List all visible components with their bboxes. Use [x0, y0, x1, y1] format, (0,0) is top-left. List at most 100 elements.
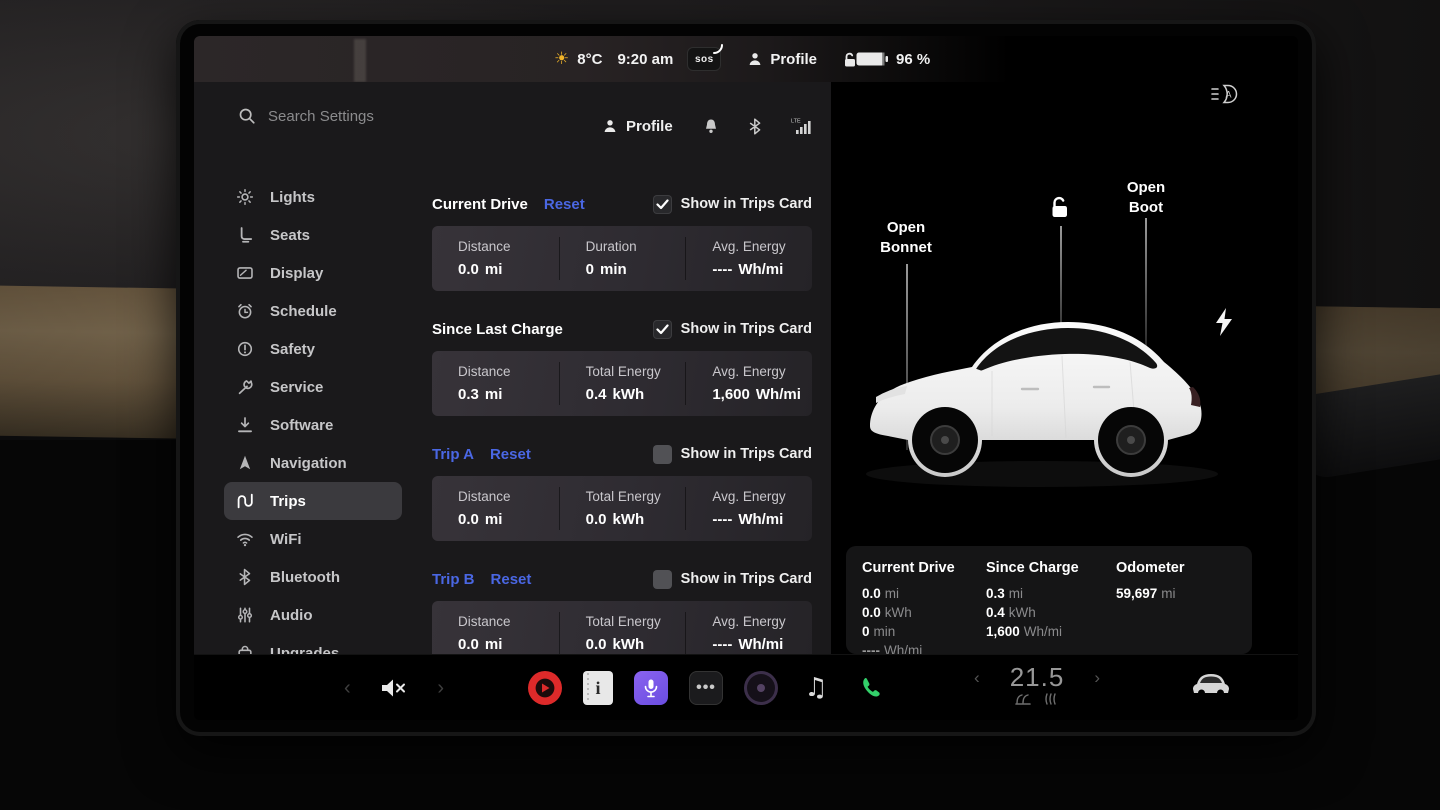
sidebar-item-label: Display — [270, 265, 323, 282]
seat-heater-icon[interactable] — [1015, 693, 1031, 705]
checkbox-checked-icon[interactable] — [653, 195, 672, 214]
checkbox-unchecked-icon[interactable] — [653, 570, 672, 589]
cabin-temperature[interactable]: 21.5 — [1010, 662, 1065, 693]
reset-button[interactable]: Reset — [490, 446, 531, 463]
section-title: Current Drive — [432, 196, 528, 213]
settings-sidebar: Lights Seats Display — [224, 178, 402, 672]
sidebar-item-seats[interactable]: Seats — [224, 216, 402, 254]
trips-card-current-drive: Current Drive 0.0mi 0.0kWh 0min ----Wh/m… — [862, 560, 986, 660]
sidebar-item-label: WiFi — [270, 531, 302, 548]
tesla-touchscreen: ☀ 8°C 9:20 am sos Profile — [176, 20, 1316, 736]
sidebar-item-trips[interactable]: Trips — [224, 482, 402, 520]
trips-card-title: Since Charge — [986, 560, 1116, 576]
volume-down-chevron[interactable]: ‹ — [344, 678, 351, 698]
service-icon — [236, 378, 254, 396]
outside-temperature[interactable]: 8°C — [577, 51, 602, 68]
stat-value: 0.0 — [862, 605, 881, 620]
clock: 9:20 am — [617, 51, 673, 68]
stat-value: 0 — [586, 261, 594, 278]
show-in-trips-toggle[interactable]: Show in Trips Card — [653, 445, 812, 464]
sidebar-item-display[interactable]: Display — [224, 254, 402, 292]
camera-app-icon[interactable] — [744, 671, 778, 705]
temp-up-chevron[interactable]: › — [1094, 668, 1100, 688]
show-in-trips-toggle[interactable]: Show in Trips Card — [653, 570, 812, 589]
trip-stats-table: Distance 0.0mi Total Energy 0.0kWh Avg. … — [432, 476, 812, 541]
phone-app-icon[interactable] — [854, 671, 888, 705]
checkbox-label: Show in Trips Card — [681, 446, 812, 462]
settings-profile-button[interactable]: Profile — [602, 118, 673, 135]
battery-status[interactable]: 96 % — [856, 36, 930, 82]
climate-control[interactable]: ‹ 21.5 › — [974, 655, 1100, 720]
sidebar-item-schedule[interactable]: Schedule — [224, 292, 402, 330]
svg-text:LTE: LTE — [791, 119, 801, 125]
battery-icon — [856, 51, 888, 67]
search-input[interactable] — [268, 108, 468, 125]
show-in-trips-toggle[interactable]: Show in Trips Card — [653, 320, 812, 339]
muted-speaker-icon[interactable] — [381, 678, 407, 698]
driver-profile-button[interactable]: Profile — [747, 51, 817, 68]
stat-unit: mi — [1009, 586, 1023, 601]
dashboard-scene: ☀ 8°C 9:20 am sos Profile — [0, 0, 1440, 810]
settings-profile-label: Profile — [626, 118, 673, 135]
reset-button[interactable]: Reset — [491, 571, 532, 588]
vehicle-unlock-button[interactable] — [1046, 194, 1072, 220]
temp-down-chevron[interactable]: ‹ — [974, 668, 980, 688]
sos-indicator: sos — [687, 47, 721, 71]
bottom-dock: ‹ › i — [194, 654, 1298, 720]
safety-icon — [236, 340, 254, 358]
open-bonnet-button[interactable]: Open Bonnet — [866, 218, 946, 259]
settings-panel: Profile LTE — [194, 82, 831, 654]
checkbox-unchecked-icon[interactable] — [653, 445, 672, 464]
climate-car-icon[interactable] — [1191, 668, 1231, 698]
open-boot-button[interactable]: Open Boot — [1106, 178, 1186, 219]
sidebar-item-label: Safety — [270, 341, 315, 358]
sidebar-item-safety[interactable]: Safety — [224, 330, 402, 368]
stat-label: Total Energy — [586, 489, 680, 504]
svg-text:A: A — [1226, 90, 1232, 100]
stat-unit: Wh/mi — [738, 261, 783, 278]
sidebar-item-label: Lights — [270, 189, 315, 206]
defrost-icon[interactable] — [1043, 693, 1059, 705]
sidebar-item-bluetooth[interactable]: Bluetooth — [224, 558, 402, 596]
volume-up-chevron[interactable]: › — [437, 678, 444, 698]
bluetooth-icon[interactable] — [749, 118, 761, 135]
unlock-icon — [1046, 194, 1072, 220]
bell-icon[interactable] — [703, 118, 719, 135]
volume-control[interactable]: ‹ › — [344, 655, 444, 720]
stat-label: Total Energy — [586, 364, 680, 379]
charge-port-bolt-icon[interactable] — [1214, 308, 1234, 336]
sidebar-item-lights[interactable]: Lights — [224, 178, 402, 216]
media-app-icon[interactable] — [528, 671, 562, 705]
show-in-trips-toggle[interactable]: Show in Trips Card — [653, 195, 812, 214]
stat-unit: mi — [485, 511, 503, 528]
sidebar-item-audio[interactable]: Audio — [224, 596, 402, 634]
music-app-icon[interactable]: ♫ — [799, 671, 833, 705]
sidebar-item-label: Service — [270, 379, 323, 396]
profile-label: Profile — [770, 51, 817, 68]
reset-button[interactable]: Reset — [544, 196, 585, 213]
sidebar-item-wifi[interactable]: WiFi — [224, 520, 402, 558]
sidebar-item-service[interactable]: Service — [224, 368, 402, 406]
sidebar-item-navigation[interactable]: Navigation — [224, 444, 402, 482]
stat-label: Distance — [458, 239, 553, 254]
sidebar-item-label: Software — [270, 417, 333, 434]
stat-label: Avg. Energy — [712, 614, 806, 629]
stat-value: ---- — [712, 511, 732, 528]
status-bar-left-group: ☀ 8°C 9:20 am sos Profile — [554, 36, 858, 82]
seats-icon — [236, 226, 254, 244]
stat-value: 0.4 — [986, 605, 1005, 620]
checkbox-checked-icon[interactable] — [653, 320, 672, 339]
sidebar-item-software[interactable]: Software — [224, 406, 402, 444]
stat-label: Avg. Energy — [712, 489, 806, 504]
stat-value: 0.0 — [586, 511, 607, 528]
stat-value: 0.3 — [458, 386, 479, 403]
stat-unit: mi — [885, 586, 899, 601]
section-title: Trip B — [432, 571, 475, 588]
more-apps-icon[interactable]: ••• — [689, 671, 723, 705]
notes-app-icon[interactable]: i — [583, 671, 613, 705]
sidebar-item-label: Seats — [270, 227, 310, 244]
stat-label: Avg. Energy — [712, 364, 806, 379]
stat-value: ---- — [712, 636, 732, 653]
karaoke-app-icon[interactable] — [634, 671, 668, 705]
section-trip-b: Trip B Reset Show in Trips Card Distance… — [432, 569, 812, 666]
